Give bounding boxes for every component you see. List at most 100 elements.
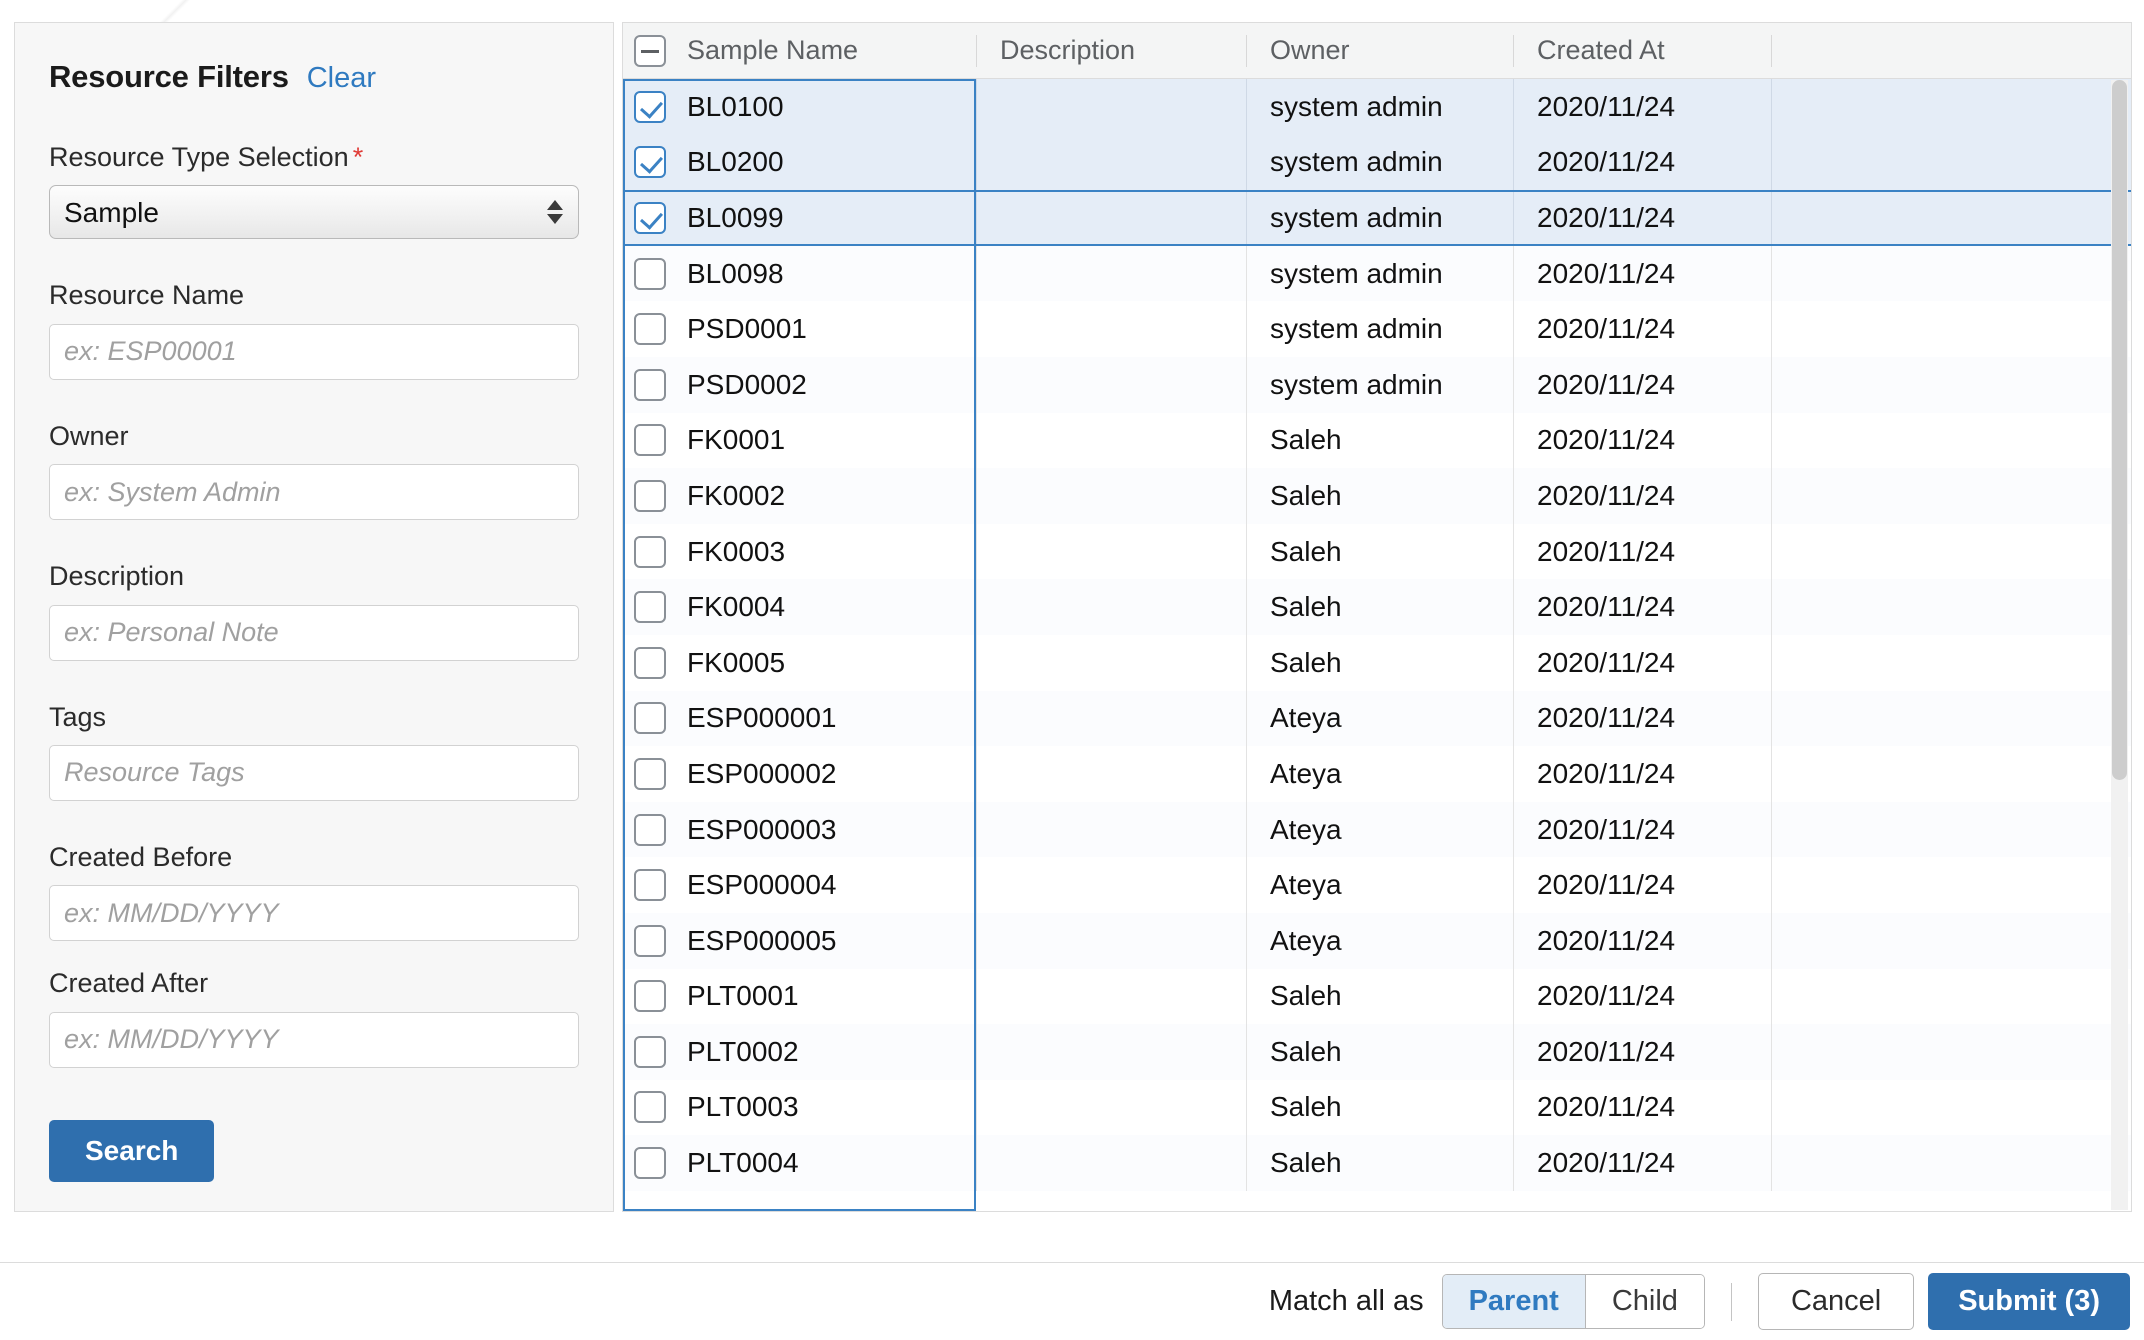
row-checkbox[interactable] [634,757,666,790]
table-row[interactable]: PLT0001 Saleh 2020/11/24 [623,968,2131,1025]
cell-created-at: 2020/11/24 [1513,1024,1771,1080]
cell-sample-name: PSD0002 [687,368,807,400]
table-row[interactable]: PSD0001 system admin 2020/11/24 [623,301,2131,357]
description-input[interactable] [49,604,579,661]
row-checkbox[interactable] [634,479,666,512]
resource-name-input[interactable] [49,323,579,380]
match-mode-toggle-group: Parent Child [1441,1274,1705,1329]
field-resource-type: Resource Type Selection * Sample [49,141,579,240]
submit-button[interactable]: Submit (3) [1928,1273,2130,1330]
select-all-cell [623,23,677,79]
table-row[interactable]: BL0098 system admin 2020/11/24 [623,245,2131,302]
row-checkbox[interactable] [634,535,666,568]
cell-created-at: 2020/11/24 [1513,857,1771,913]
row-checkbox[interactable] [634,1035,666,1068]
table-row[interactable]: PLT0002 Saleh 2020/11/24 [623,1024,2131,1080]
table-row[interactable]: PLT0003 Saleh 2020/11/24 [623,1079,2131,1136]
row-select-cell [623,468,677,524]
created-before-input[interactable] [49,885,579,942]
search-button[interactable]: Search [49,1119,215,1182]
cell-description [976,801,1246,858]
table-row[interactable]: FK0004 Saleh 2020/11/24 [623,579,2131,635]
field-resource-name: Resource Name [49,279,579,380]
cell-owner: Saleh [1246,1135,1513,1191]
cell-extra [1771,1024,2131,1080]
clear-filters-link[interactable]: Clear [307,62,376,95]
cell-extra [1771,1079,2131,1136]
cell-description [976,301,1246,357]
cell-description [976,1024,1246,1080]
row-checkbox[interactable] [634,813,666,846]
cell-extra [1771,245,2131,302]
footer-vertical-divider [1730,1282,1732,1321]
table-row[interactable]: BL0100 system admin 2020/11/24 [623,79,2131,135]
cell-description [976,468,1246,524]
row-checkbox[interactable] [634,1091,666,1124]
row-checkbox[interactable] [634,201,666,234]
row-select-cell [623,357,677,413]
row-checkbox[interactable] [634,980,666,1013]
table-row[interactable]: ESP000002 Ateya 2020/11/24 [623,746,2131,802]
table-row[interactable]: ESP000004 Ateya 2020/11/24 [623,857,2131,913]
row-checkbox[interactable] [634,646,666,679]
created-after-input[interactable] [49,1011,579,1068]
table-row[interactable]: BL0200 system admin 2020/11/24 [623,134,2131,191]
match-mode-child-button[interactable]: Child [1584,1275,1704,1328]
owner-input[interactable] [49,464,579,521]
row-select-cell [623,524,677,580]
row-checkbox[interactable] [634,424,666,457]
table-vertical-scrollbar[interactable] [2111,80,2128,1210]
table-row[interactable]: ESP000001 Ateya 2020/11/24 [623,690,2131,747]
table-row[interactable]: PLT0004 Saleh 2020/11/24 [623,1135,2131,1191]
column-header-description[interactable]: Description [976,23,1246,79]
row-select-cell [623,192,677,244]
required-asterisk: * [352,142,364,172]
cell-sample-name: PLT0002 [687,1035,799,1067]
cell-sample-name: BL0098 [687,257,784,289]
cell-sample-name: ESP000001 [687,702,837,734]
tags-input[interactable] [49,744,579,801]
column-header-owner[interactable]: Owner [1246,23,1513,79]
cell-sample-name: PLT0001 [687,980,799,1012]
cell-extra [1771,801,2131,858]
cell-sample-name: ESP000005 [687,924,837,956]
table-row[interactable]: ESP000003 Ateya 2020/11/24 [623,801,2131,858]
cell-description [976,79,1246,135]
cell-sample-name: ESP000003 [687,813,837,845]
row-checkbox[interactable] [634,702,666,735]
field-description: Description [49,560,579,661]
cell-description [976,912,1246,969]
column-header-sample-name[interactable]: Sample Name [677,23,976,79]
cancel-button[interactable]: Cancel [1757,1273,1915,1330]
table-row[interactable]: FK0002 Saleh 2020/11/24 [623,468,2131,524]
cell-sample-name: BL0200 [687,146,784,178]
row-checkbox[interactable] [634,257,666,290]
scrollbar-thumb[interactable] [2112,80,2127,780]
cell-owner: Ateya [1246,801,1513,858]
row-checkbox[interactable] [634,313,666,346]
column-header-created-at[interactable]: Created At [1513,23,1771,79]
cell-owner: system admin [1246,356,1513,413]
match-mode-parent-button[interactable]: Parent [1442,1275,1585,1328]
row-checkbox[interactable] [634,146,666,179]
cell-extra [1771,301,2131,357]
table-row[interactable]: FK0001 Saleh 2020/11/24 [623,412,2131,469]
table-row[interactable]: FK0005 Saleh 2020/11/24 [623,634,2131,691]
row-select-cell [623,969,677,1025]
row-checkbox[interactable] [634,368,666,401]
row-checkbox[interactable] [634,924,666,957]
row-checkbox[interactable] [634,591,666,624]
row-checkbox[interactable] [634,90,666,123]
row-checkbox[interactable] [634,869,666,902]
tags-label: Tags [49,701,107,732]
table-row[interactable]: PSD0002 system admin 2020/11/24 [623,356,2131,413]
row-checkbox[interactable] [634,1147,666,1180]
table-row[interactable]: ESP000005 Ateya 2020/11/24 [623,912,2131,969]
table-row[interactable]: BL0099 system admin 2020/11/24 [623,79,2131,1211]
table-body: BL0100 system admin 2020/11/24 BL0200 system… [623,79,2131,1211]
resource-type-select[interactable]: Sample [49,185,579,240]
cell-extra [1771,79,2131,135]
table-row[interactable]: FK0003 Saleh 2020/11/24 [623,523,2131,580]
select-all-checkbox[interactable] [634,34,666,67]
cell-description [976,579,1246,635]
